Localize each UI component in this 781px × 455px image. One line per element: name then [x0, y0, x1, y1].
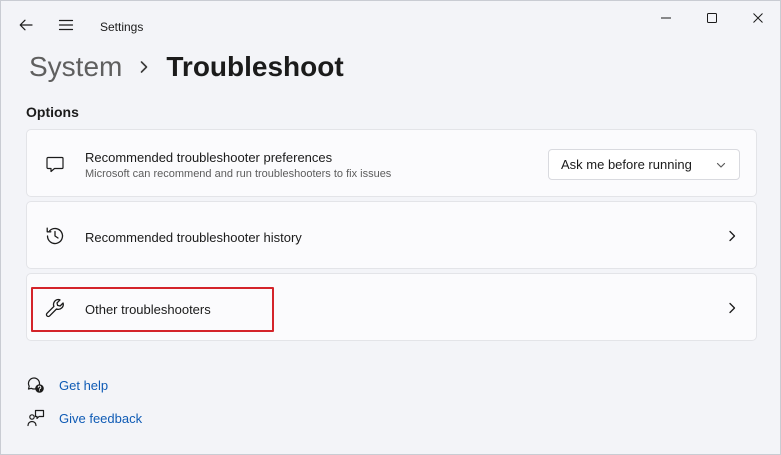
options-section-title: Options [26, 104, 79, 120]
wrench-icon [43, 296, 67, 320]
chat-bubble-icon [43, 152, 67, 176]
close-button[interactable] [735, 1, 781, 35]
minimize-icon [661, 17, 671, 19]
history-icon [43, 224, 67, 248]
minimize-button[interactable] [643, 1, 689, 35]
settings-window: Settings System Troubleshoot Options Rec… [0, 0, 781, 455]
breadcrumb-separator [122, 60, 166, 74]
hamburger-icon [58, 19, 74, 31]
back-button[interactable] [10, 9, 42, 41]
help-chat-icon [26, 375, 46, 395]
card-title: Recommended troubleshooter history [85, 230, 302, 245]
get-help-link[interactable]: Get help [26, 373, 108, 397]
give-feedback-link[interactable]: Give feedback [26, 406, 142, 430]
page-title: Troubleshoot [166, 51, 344, 82]
dropdown-selected-value: Ask me before running [561, 157, 692, 172]
troubleshooter-preference-dropdown[interactable]: Ask me before running [548, 149, 740, 180]
other-troubleshooters-card[interactable]: Other troubleshooters [26, 273, 757, 341]
title-bar: Settings [1, 1, 780, 51]
breadcrumb: System Troubleshoot [29, 47, 344, 87]
card-title: Recommended troubleshooter preferences [85, 150, 333, 165]
navigation-menu-button[interactable] [50, 9, 82, 41]
feedback-icon [26, 408, 46, 428]
get-help-label: Get help [59, 377, 109, 393]
troubleshooter-history-card[interactable]: Recommended troubleshooter history [26, 201, 757, 269]
card-title: Other troubleshooters [85, 302, 211, 317]
troubleshooter-preferences-card: Recommended troubleshooter preferences M… [26, 129, 757, 197]
chevron-down-icon [716, 162, 726, 168]
app-title: Settings [100, 20, 144, 34]
breadcrumb-system-link[interactable]: System [29, 51, 122, 83]
card-description: Microsoft can recommend and run troubles… [85, 168, 392, 180]
chevron-right-icon [141, 61, 148, 73]
give-feedback-label: Give feedback [59, 410, 143, 426]
maximize-icon [707, 13, 717, 23]
close-icon [753, 13, 763, 23]
back-arrow-icon [19, 19, 33, 31]
chevron-right-icon [724, 228, 740, 244]
chevron-right-icon [724, 300, 740, 316]
maximize-button[interactable] [689, 1, 735, 35]
